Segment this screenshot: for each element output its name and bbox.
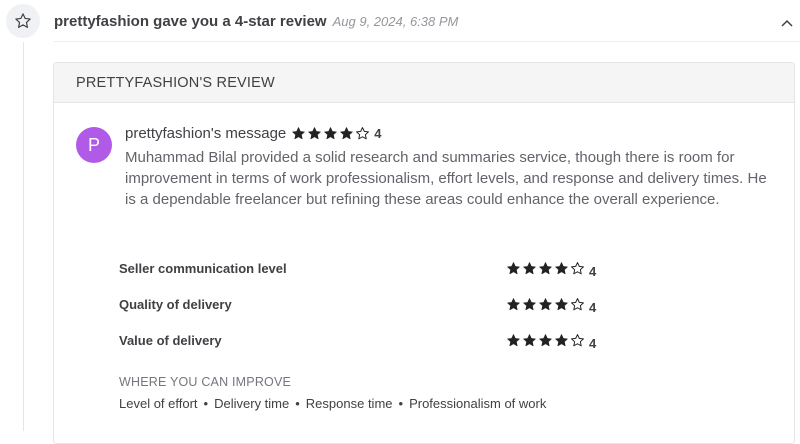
star-filled-icon [539,262,552,275]
star-filled-icon [555,334,568,347]
improve-heading: WHERE YOU CAN IMPROVE [119,375,292,389]
review-heading: PRETTYFASHION'S REVIEW [54,63,794,103]
star-filled-icon [539,298,552,311]
activity-timestamp: Aug 9, 2024, 6:38 PM [332,14,459,29]
rating-label: Seller communication level [119,261,287,276]
improve-item: Response time [305,396,393,411]
review-message: Muhammad Bilal provided a solid research… [125,149,767,208]
rating-stars-group: 4 [506,297,596,317]
star-filled-icon [340,127,354,140]
chevron-up-icon[interactable] [780,18,794,28]
rating-label: Quality of delivery [119,297,232,312]
rating-stars-group: 4 [506,261,596,281]
message-title: prettyfashion's message 4 [125,125,382,142]
activity-title: prettyfashion gave you a 4-star review Au… [54,13,458,30]
avatar: P [76,127,112,163]
star-filled-icon [507,262,520,275]
star-filled-icon [523,262,536,275]
rating-stars [506,297,586,312]
overall-rating-value: 4 [374,126,382,141]
timeline-line [23,42,24,431]
improve-item: Delivery time [214,396,290,411]
activity-title-text: prettyfashion gave you a 4-star review [54,13,327,30]
star-filled-icon [292,127,306,140]
star-filled-icon [507,298,520,311]
rating-value: 4 [589,336,597,351]
rating-stars-group: 4 [506,333,596,353]
improve-list: Level of effort • Delivery time • Response t… [119,396,546,411]
improve-separator: • [203,396,209,411]
star-filled-icon [523,298,536,311]
star-filled-icon [539,334,552,347]
header-divider [54,41,800,42]
improve-separator: • [295,396,300,411]
star-filled-icon [324,127,338,140]
star-filled-icon [555,262,568,275]
rating-row-value: Value of delivery 4 [119,331,599,351]
star-filled-icon [308,127,322,140]
improve-item: Professionalism of work [409,396,547,411]
rating-row-quality: Quality of delivery 4 [119,295,599,315]
activity-header: prettyfashion gave you a 4-star review Au… [0,0,800,42]
star-empty-icon [571,334,584,347]
star-empty-icon [571,298,584,311]
improve-item: Level of effort [119,396,198,411]
review-card: PRETTYFASHION'S REVIEW P prettyfashion's… [53,62,795,444]
improve-separator: • [398,396,404,411]
star-filled-icon [523,334,536,347]
rating-stars [506,333,586,348]
star-outline-icon [6,4,40,38]
rating-label: Value of delivery [119,333,222,348]
rating-value: 4 [589,264,597,279]
message-label: prettyfashion's message [125,125,287,142]
star-empty-icon [571,262,584,275]
rating-value: 4 [589,300,597,315]
star-empty-icon [356,127,370,140]
rating-stars [506,261,586,276]
rating-row-communication: Seller communication level 4 [119,259,599,279]
star-filled-icon [507,334,520,347]
star-filled-icon [555,298,568,311]
overall-rating-stars [291,126,371,141]
